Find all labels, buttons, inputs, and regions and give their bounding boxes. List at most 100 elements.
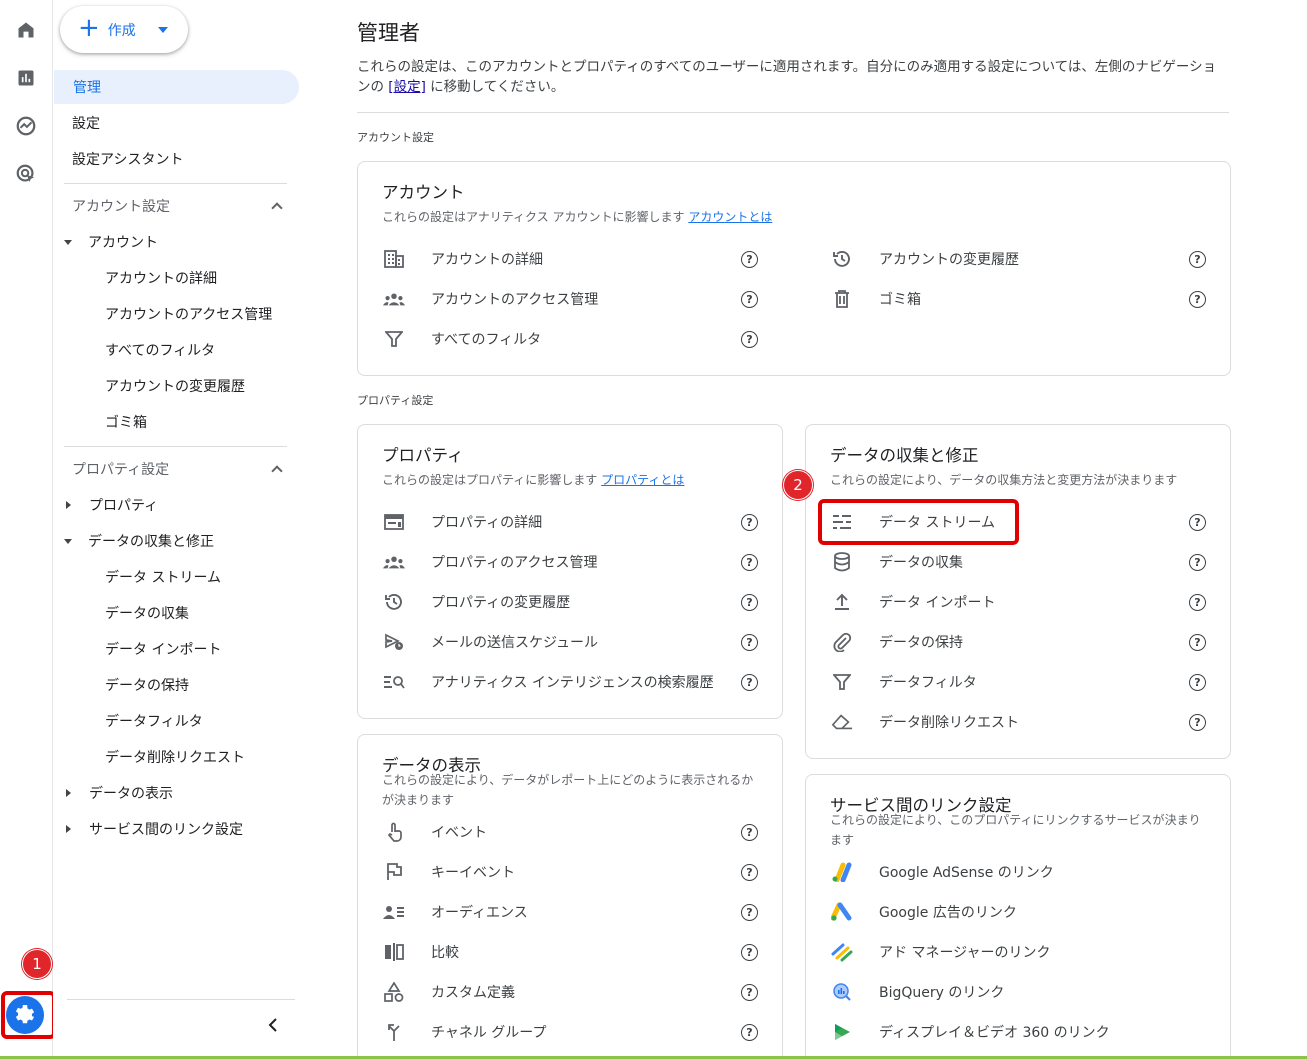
annotation-highlight-data-streams: [818, 499, 1019, 545]
nav-item-settings[interactable]: 設定: [53, 106, 100, 140]
bigquery-logo-icon: [831, 981, 853, 1003]
row-all-filters[interactable]: すべてのフィルタ: [383, 324, 768, 354]
nav-item-label: 設定アシスタント: [72, 152, 184, 168]
help-icon[interactable]: ?: [741, 984, 758, 1001]
help-icon[interactable]: ?: [1189, 251, 1206, 268]
row-trash[interactable]: ゴミ箱: [831, 284, 1216, 314]
nav-section-label: アカウント設定: [72, 199, 170, 215]
row-audiences[interactable]: オーディエンス: [383, 897, 768, 927]
collapse-nav-icon[interactable]: [266, 1017, 280, 1032]
row-google-ads-link[interactable]: Google 広告のリンク: [831, 897, 1216, 927]
nav-section-account-settings[interactable]: アカウント設定: [72, 189, 285, 223]
nav-section-property-settings[interactable]: プロパティ設定: [72, 452, 285, 486]
nav-sub-data-filters[interactable]: データフィルタ: [105, 704, 203, 738]
nav-sub-data-import[interactable]: データ インポート: [105, 632, 221, 666]
data-collection-card: データの収集と修正 これらの設定により、データの収集方法と変更方法が決まります …: [805, 424, 1231, 759]
settings-link[interactable]: [設定]: [388, 79, 426, 95]
row-data-retention[interactable]: データの保持: [831, 627, 1216, 657]
help-icon[interactable]: ?: [741, 824, 758, 841]
help-icon[interactable]: ?: [1189, 514, 1206, 531]
plus-icon: +: [78, 13, 100, 43]
nav-tree-property[interactable]: プロパティ: [64, 488, 158, 522]
row-bigquery-link[interactable]: BigQuery のリンク: [831, 977, 1216, 1007]
nav-sub-data-deletion[interactable]: データ削除リクエスト: [105, 740, 245, 774]
nav-sub-account-details[interactable]: アカウントの詳細: [105, 261, 217, 295]
explore-icon[interactable]: [13, 113, 39, 139]
nav-sub-account-access[interactable]: アカウントのアクセス管理: [105, 297, 272, 331]
row-custom-definitions[interactable]: カスタム定義: [383, 977, 768, 1007]
help-icon[interactable]: ?: [1189, 554, 1206, 571]
row-comparisons[interactable]: 比較: [383, 937, 768, 967]
row-property-access[interactable]: プロパティのアクセス管理: [383, 547, 768, 577]
annotation-badge-1: 1: [22, 949, 52, 979]
row-data-filters[interactable]: データフィルタ: [831, 667, 1216, 697]
nav-tree-product-links[interactable]: サービス間のリンク設定: [64, 812, 243, 846]
database-icon: [831, 551, 853, 573]
help-icon[interactable]: ?: [1189, 291, 1206, 308]
row-label: データの収集: [879, 555, 963, 571]
help-icon[interactable]: ?: [741, 251, 758, 268]
help-icon[interactable]: ?: [741, 331, 758, 348]
nav-tree-data-display[interactable]: データの表示: [64, 776, 173, 810]
help-icon[interactable]: ?: [741, 674, 758, 691]
history-icon: [831, 248, 853, 270]
annotation-badge-2: 2: [783, 470, 813, 500]
row-channel-groups[interactable]: チャネル グループ: [383, 1017, 768, 1047]
nav-tree-account[interactable]: アカウント: [64, 225, 158, 259]
row-data-collection[interactable]: データの収集: [831, 547, 1216, 577]
nav-sub-data-collection[interactable]: データの収集: [105, 596, 189, 630]
nav-sub-all-filters[interactable]: すべてのフィルタ: [105, 333, 215, 367]
card-title: データの収集と修正: [830, 446, 979, 465]
row-dv360-link[interactable]: ディスプレイ＆ビデオ 360 のリンク: [831, 1017, 1216, 1047]
row-data-deletion[interactable]: データ削除リクエスト: [831, 707, 1216, 737]
desc-text: に移動してください。: [425, 79, 565, 95]
card-subtitle-text: これらの設定はアナリティクス アカウントに影響します: [382, 210, 689, 224]
data-display-card: データの表示 これらの設定により、データがレポート上にどのように表示されるかが決…: [357, 734, 783, 1059]
row-intelligence-history[interactable]: アナリティクス インテリジェンスの検索履歴: [383, 667, 768, 697]
row-ad-manager-link[interactable]: アド マネージャーのリンク: [831, 937, 1216, 967]
nav-sub-trash[interactable]: ゴミ箱: [105, 405, 147, 439]
reports-icon[interactable]: [13, 65, 39, 91]
help-icon[interactable]: ?: [741, 554, 758, 571]
home-icon[interactable]: [13, 17, 39, 43]
card-subtitle: これらの設定により、データの収集方法と変更方法が決まります: [830, 473, 1178, 487]
help-icon[interactable]: ?: [741, 1024, 758, 1041]
row-account-access[interactable]: アカウントのアクセス管理: [383, 284, 768, 314]
help-icon[interactable]: ?: [741, 944, 758, 961]
nav-sub-data-retention[interactable]: データの保持: [105, 668, 189, 702]
help-icon[interactable]: ?: [1189, 714, 1206, 731]
nav-divider: [67, 999, 295, 1000]
what-is-property-link[interactable]: プロパティとは: [601, 473, 684, 487]
help-icon[interactable]: ?: [1189, 634, 1206, 651]
nav-sub-account-history[interactable]: アカウントの変更履歴: [105, 369, 245, 403]
help-icon[interactable]: ?: [741, 904, 758, 921]
help-icon[interactable]: ?: [741, 514, 758, 531]
row-property-history[interactable]: プロパティの変更履歴: [383, 587, 768, 617]
row-account-history[interactable]: アカウントの変更履歴: [831, 244, 1216, 274]
expand-down-icon: [64, 239, 72, 245]
nav-sub-data-streams[interactable]: データ ストリーム: [105, 560, 221, 594]
advertising-icon[interactable]: [13, 161, 39, 187]
row-email-schedule[interactable]: メールの送信スケジュール: [383, 627, 768, 657]
row-adsense-link[interactable]: Google AdSense のリンク: [831, 857, 1216, 887]
row-events[interactable]: イベント: [383, 817, 768, 847]
help-icon[interactable]: ?: [741, 864, 758, 881]
nav-item-setup-assistant[interactable]: 設定アシスタント: [53, 142, 183, 176]
help-icon[interactable]: ?: [741, 291, 758, 308]
help-icon[interactable]: ?: [1189, 674, 1206, 691]
row-label: ゴミ箱: [879, 292, 921, 308]
help-icon[interactable]: ?: [1189, 594, 1206, 611]
row-data-import[interactable]: データ インポート: [831, 587, 1216, 617]
row-label: キーイベント: [431, 865, 515, 881]
help-icon[interactable]: ?: [741, 594, 758, 611]
row-property-details[interactable]: プロパティの詳細: [383, 507, 768, 537]
create-button[interactable]: + 作成: [60, 6, 188, 53]
page-description: これらの設定は、このアカウントとプロパティのすべてのユーザーに適用されます。自分…: [357, 57, 1229, 97]
help-icon[interactable]: ?: [741, 634, 758, 651]
nav-tree-label: データの収集と修正: [88, 534, 214, 550]
nav-tree-data-collection[interactable]: データの収集と修正: [64, 524, 214, 558]
nav-item-admin[interactable]: 管理: [54, 70, 299, 104]
row-key-events[interactable]: キーイベント: [383, 857, 768, 887]
row-account-details[interactable]: アカウントの詳細: [383, 244, 768, 274]
what-is-account-link[interactable]: アカウントとは: [688, 210, 772, 224]
